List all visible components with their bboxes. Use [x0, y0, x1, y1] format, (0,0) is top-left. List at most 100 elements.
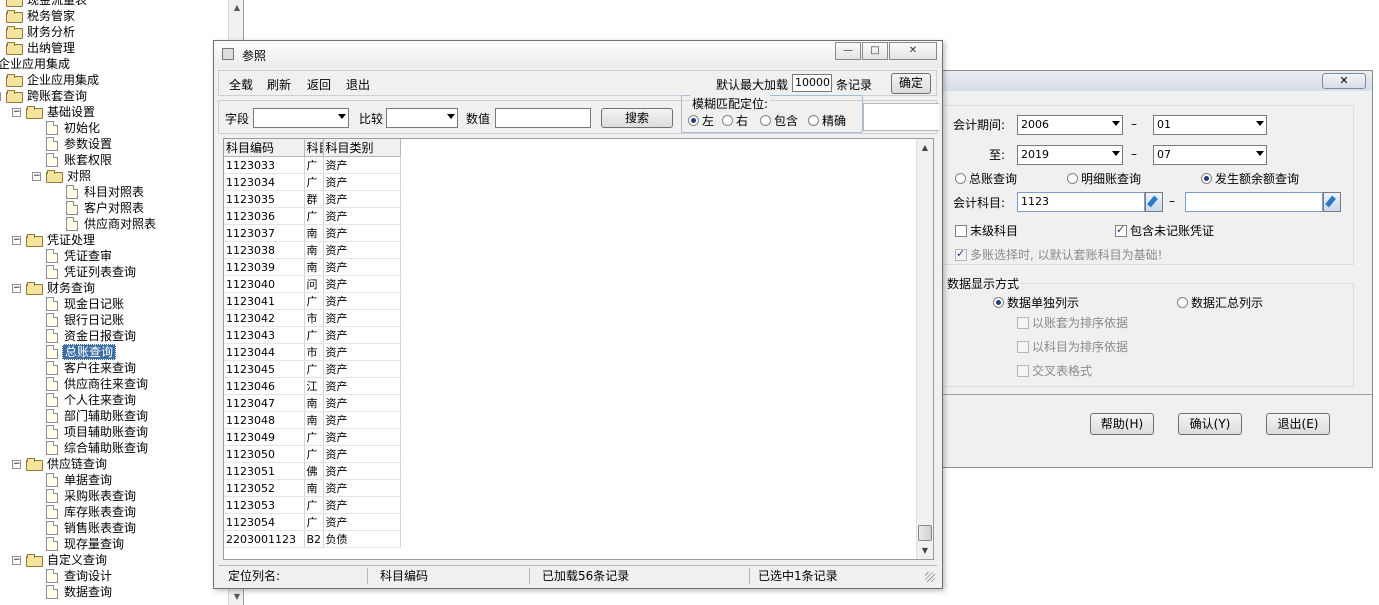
table-row[interactable]: 1123051 佛资产 — [224, 462, 401, 480]
tree-item[interactable]: 参数设置 — [46, 136, 114, 152]
fuzzy-contains-radio[interactable]: 包含 — [760, 112, 798, 129]
table-row[interactable]: 1123033 广资产 — [224, 156, 401, 174]
tree-item[interactable]: 数据查询 — [46, 584, 114, 600]
tree-item[interactable]: 凭证处理 — [26, 232, 97, 248]
tree-item[interactable]: 财务分析 — [6, 24, 77, 40]
table-row[interactable]: 1123040 问资产 — [224, 275, 401, 293]
account-to-input[interactable] — [1185, 192, 1323, 212]
table-row[interactable]: 1123048 南资产 — [224, 411, 401, 429]
table-row[interactable]: 1123036 广资产 — [224, 207, 401, 225]
column-header[interactable]: 科目 — [304, 139, 324, 157]
table-row[interactable]: 1123039 南资产 — [224, 258, 401, 276]
table-row[interactable]: 1123052 南资产 — [224, 479, 401, 497]
from-year-select[interactable]: 2006 — [1017, 115, 1123, 135]
tree-item[interactable]: 采购账表查询 — [46, 488, 138, 504]
collapse-icon[interactable]: − — [12, 556, 21, 565]
tree-item[interactable]: 供应商往来查询 — [46, 376, 150, 392]
table-row[interactable]: 1123045 广资产 — [224, 360, 401, 378]
leaf-only-checkbox[interactable]: 末级科目 — [955, 222, 1018, 239]
exit-button[interactable]: 退出(E) — [1266, 413, 1330, 435]
tree-item[interactable]: 凭证列表查询 — [46, 264, 138, 280]
confirm-button[interactable]: 确认(Y) — [1178, 413, 1242, 435]
help-button[interactable]: 帮助(H) — [1090, 413, 1154, 435]
tree-item[interactable]: 银行日记账 — [46, 312, 126, 328]
column-header[interactable]: 科目编码 — [224, 139, 305, 157]
back-button[interactable]: 返回 — [307, 76, 331, 93]
query-type-ledger-radio[interactable]: 总账查询 — [955, 170, 1017, 187]
tree-item[interactable]: 自定义查询 — [26, 552, 109, 568]
tree-item[interactable]: 供应商对照表 — [66, 216, 158, 232]
table-row[interactable]: 1123044 市资产 — [224, 343, 401, 361]
collapse-icon[interactable]: − — [12, 108, 21, 117]
tree-item[interactable]: 现金日记账 — [46, 296, 126, 312]
collapse-icon[interactable]: − — [12, 460, 21, 469]
query-type-balance-radio[interactable]: 发生额余额查询 — [1201, 170, 1299, 187]
table-row[interactable]: 1123054 广资产 — [224, 513, 401, 531]
tree-item[interactable]: 项目辅助账查询 — [46, 424, 150, 440]
table-row[interactable]: 1123038 南资产 — [224, 241, 401, 259]
search-button[interactable]: 搜索 — [601, 108, 673, 128]
scroll-thumb[interactable] — [918, 525, 932, 541]
fuzzy-right-radio[interactable]: 右 — [722, 112, 748, 129]
tree-item[interactable]: 科目对照表 — [66, 184, 146, 200]
table-row[interactable]: 1123041 广资产 — [224, 292, 401, 310]
value-input[interactable] — [495, 108, 591, 128]
tree-item[interactable]: 现金流量表 — [6, 0, 89, 8]
scroll-up-icon[interactable]: ▲ — [229, 0, 243, 16]
query-type-detail-radio[interactable]: 明细账查询 — [1067, 170, 1141, 187]
refresh-button[interactable]: 刷新 — [267, 76, 291, 93]
tree-item[interactable]: 财务查询 — [26, 280, 97, 296]
tree-item[interactable]: 库存账表查询 — [46, 504, 138, 520]
minimize-icon[interactable]: — — [835, 42, 861, 60]
close-icon[interactable]: ✕ — [1322, 73, 1366, 89]
maximize-icon[interactable]: □ — [862, 42, 888, 60]
tree-item[interactable]: 销售账表查询 — [46, 520, 138, 536]
to-year-select[interactable]: 2019 — [1017, 145, 1123, 165]
confirm-button[interactable]: 确定 — [891, 73, 931, 94]
extra-input[interactable] — [863, 103, 939, 131]
tree-item[interactable]: 部门辅助账查询 — [46, 408, 150, 424]
tree-item[interactable]: 初始化 — [46, 120, 102, 136]
tree-item[interactable]: 企业应用集成 — [6, 72, 101, 88]
display-separate-radio[interactable]: 数据单独列示 — [993, 294, 1079, 311]
collapse-icon[interactable]: − — [12, 236, 21, 245]
table-row[interactable]: 1123053 广资产 — [224, 496, 401, 514]
collapse-icon[interactable]: − — [32, 172, 41, 181]
account-from-input[interactable]: 1123 — [1017, 192, 1145, 212]
sort-by-subject-checkbox[interactable]: 以科目为排序依据 — [1017, 338, 1128, 355]
tree-item[interactable]: 凭证查审 — [46, 248, 114, 264]
load-all-button[interactable]: 全载 — [229, 76, 253, 93]
tree-item[interactable]: 客户往来查询 — [46, 360, 138, 376]
scroll-down-icon[interactable]: ▼ — [229, 589, 243, 605]
tree-item[interactable]: 个人往来查询 — [46, 392, 138, 408]
table-row[interactable]: 1123047 南资产 — [224, 394, 401, 412]
table-row[interactable]: 1123042 市资产 — [224, 309, 401, 327]
tree-item[interactable]: 对照 — [46, 168, 93, 184]
display-summary-radio[interactable]: 数据汇总列示 — [1177, 294, 1263, 311]
table-row[interactable]: 1123043 广资产 — [224, 326, 401, 344]
tree-item[interactable]: 企业应用集成 — [0, 56, 72, 72]
tree-item[interactable]: 查询设计 — [46, 568, 114, 584]
scroll-down-icon[interactable]: ▼ — [917, 542, 933, 559]
tree-item[interactable]: 供应链查询 — [26, 456, 109, 472]
account-picker-icon[interactable] — [1323, 192, 1341, 212]
table-row[interactable]: 1123049 广资产 — [224, 428, 401, 446]
max-load-input[interactable]: 10000 — [792, 74, 832, 92]
table-row[interactable]: 1123050 广资产 — [224, 445, 401, 463]
table-row[interactable]: 2203001123 B2 负债 — [224, 530, 401, 548]
fuzzy-left-radio[interactable]: 左 — [688, 112, 714, 129]
grid-scrollbar[interactable]: ▲ ▼ — [916, 139, 933, 559]
tree-item[interactable]: 资金日报查询 — [46, 328, 138, 344]
tree-item[interactable]: 账套权限 — [46, 152, 114, 168]
cross-table-checkbox[interactable]: 交叉表格式 — [1017, 362, 1092, 379]
account-picker-icon[interactable] — [1145, 192, 1163, 212]
close-icon[interactable]: ✕ — [889, 42, 937, 60]
table-row[interactable]: 1123037 南资产 — [224, 224, 401, 242]
tree-item[interactable]: 客户对照表 — [66, 200, 146, 216]
resize-grip-icon[interactable] — [925, 572, 935, 582]
table-row[interactable]: 1123034 广资产 — [224, 173, 401, 191]
table-row[interactable]: 1123035 群资产 — [224, 190, 401, 208]
compare-select[interactable] — [386, 108, 458, 128]
tree-item[interactable]: 综合辅助账查询 — [46, 440, 150, 456]
tree-item[interactable]: 单据查询 — [46, 472, 114, 488]
